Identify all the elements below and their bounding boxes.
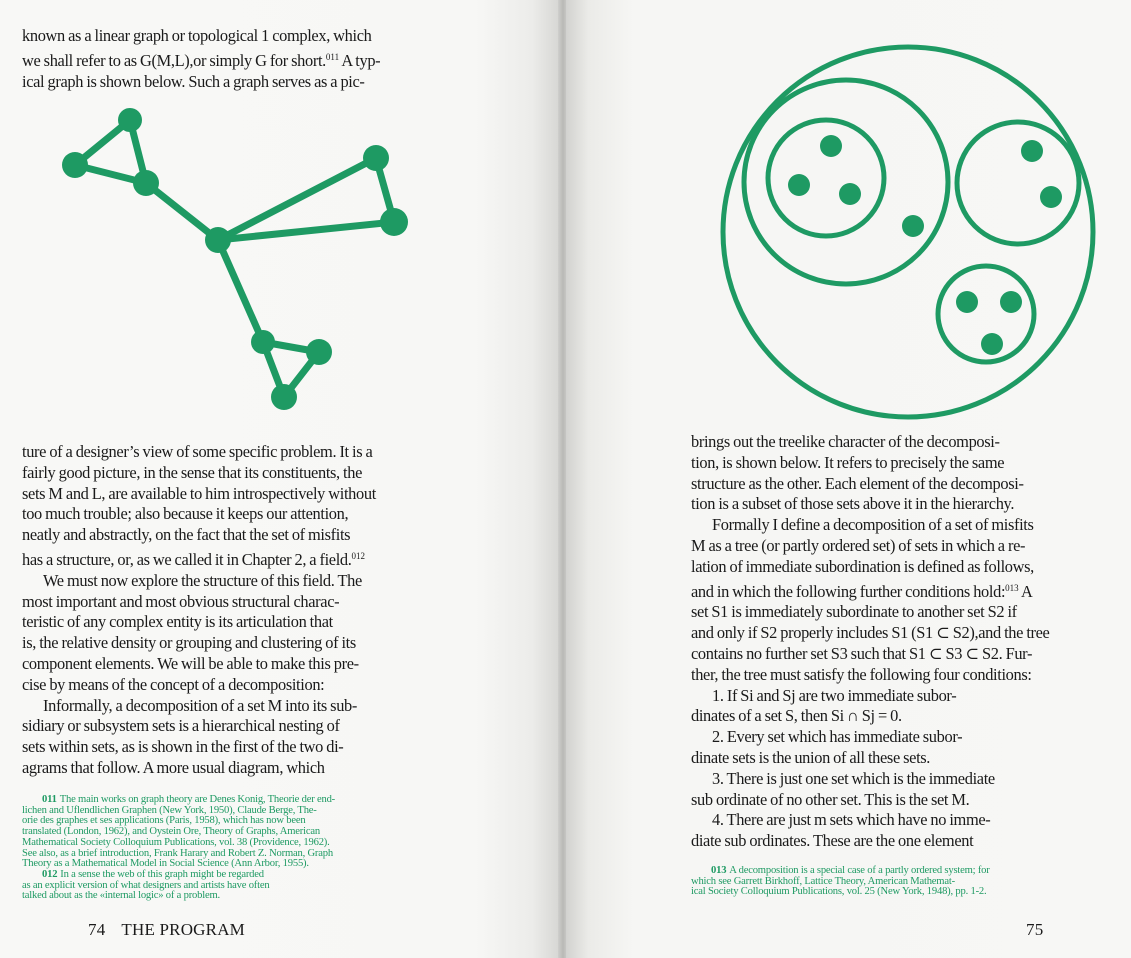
text-line: lation of immediate subordination is def… (691, 556, 1034, 576)
graph-node (133, 170, 159, 196)
graph-edge (142, 179, 222, 244)
text-line: too much trouble; also because it keeps … (22, 504, 349, 524)
set-element (839, 183, 861, 205)
footnote-ref-013: 013 (1005, 582, 1019, 593)
text-line: structure as the other. Each element of … (691, 473, 1024, 493)
text-line: M as a tree (or partly ordered set) of s… (691, 535, 1026, 555)
left-footnotes: 011 The main works on graph theory are De… (22, 794, 422, 902)
graph-node (118, 108, 142, 132)
graph-node (363, 145, 389, 171)
set-element (956, 291, 978, 313)
text-line: set S1 is immediately subordinate to ano… (691, 602, 1017, 622)
text-span: A (1018, 581, 1033, 601)
text-span: A decomposition is a special case of a p… (729, 865, 990, 876)
set-element (1021, 140, 1043, 162)
text-span: The main works on graph theory are Denes… (59, 794, 336, 805)
text-line: sets M and L, are available to him intro… (22, 483, 376, 503)
text-line: ture of a designer’s view of some specif… (22, 442, 373, 461)
condition-line: dinates of a set S, then Si ∩ Sj = 0. (691, 706, 902, 726)
text-line: tion, is shown below. It refers to preci… (691, 452, 1005, 472)
condition-line: 2. Every set which has immediate subor- (712, 727, 963, 747)
set-circle (741, 77, 951, 287)
text-line: agrams that follow. A more usual diagram… (22, 757, 325, 777)
graph-node (306, 339, 332, 365)
left-body-text: ture of a designer’s view of some specif… (22, 442, 432, 779)
text-line: has a structure, or, as we called it in … (22, 546, 432, 571)
right-footnotes: 013 A decomposition is a special case of … (691, 865, 1111, 898)
text-line: is, the relative density or grouping and… (22, 633, 356, 653)
text-line: Formally I define a decomposition of a s… (712, 515, 1034, 535)
text-line: fairly good picture, in the sense that i… (22, 462, 363, 482)
text-line: neatly and abstractly, on the fact that … (22, 525, 351, 545)
right-body-text: brings out the treelike character of the… (691, 432, 1121, 852)
text-span: has a structure, or, as we called it in … (22, 549, 352, 569)
text-span: In a sense the web of this graph might b… (60, 868, 264, 880)
graph-edge (214, 236, 267, 346)
set-element (788, 174, 810, 196)
text-line: and only if S2 properly includes S1 (S1 … (691, 623, 1050, 643)
condition-line: 1. If Si and Sj are two immediate subor- (712, 685, 957, 705)
text-line: most important and most obvious structur… (22, 591, 340, 611)
linear-graph-figure (62, 108, 408, 410)
graph-node (251, 330, 275, 354)
set-element (902, 215, 924, 237)
set-circle (954, 119, 1082, 247)
text-line: ther, the tree must satisfy the followin… (691, 664, 1032, 684)
text-line: and in which the following further condi… (691, 578, 1121, 603)
left-folio: 74 THE PROGRAM (88, 920, 245, 940)
running-head: THE PROGRAM (121, 920, 245, 939)
condition-line: diate sub ordinates. These are the one e… (691, 831, 974, 851)
graph-node (62, 152, 88, 178)
page-number: 74 (88, 920, 106, 939)
text-line: Informally, a decomposition of a set M i… (43, 695, 358, 715)
text-line: contains no further set S3 such that S1 … (691, 643, 1033, 663)
page-number: 75 (1026, 920, 1044, 939)
footnote-number: 013 (711, 865, 727, 876)
text-line: teristic of any complex entity is its ar… (22, 612, 333, 632)
text-line: sidiary or subsystem sets is a hierarchi… (22, 716, 340, 736)
text-line: We must now explore the structure of thi… (43, 570, 362, 590)
set-element (1040, 186, 1062, 208)
right-page: brings out the treelike character of the… (566, 0, 1131, 958)
footnote-line: ical Society Colloquium Publications, vo… (691, 886, 987, 898)
condition-line: 3. There is just one set which is the im… (712, 768, 995, 788)
footnote-number: 012 (42, 868, 58, 880)
graph-node (380, 208, 408, 236)
text-span: and in which the following further condi… (691, 581, 1006, 601)
text-line: tion is a subset of those sets above it … (691, 494, 1015, 514)
set-element (820, 135, 842, 157)
condition-line: 4. There are just m sets which have no i… (712, 810, 991, 830)
graph-node (205, 227, 231, 253)
text-line: component elements. We will be able to m… (22, 653, 359, 673)
footnote-ref-012: 012 (351, 550, 366, 561)
set-element (1000, 291, 1022, 313)
footnote-line: Mathematical Society Colloquium Publicat… (22, 836, 330, 848)
text-line: brings out the treelike character of the… (691, 432, 1000, 451)
footnote-number: 011 (42, 794, 57, 805)
set-element (981, 333, 1003, 355)
right-folio: 75 (1026, 920, 1043, 940)
text-line: sets within sets, as is shown in the fir… (22, 737, 344, 757)
set-decomposition-figure (720, 44, 1096, 420)
footnote-line: talked about as the «internal logic» of … (22, 890, 220, 902)
condition-line: dinate sets is the union of all these se… (691, 747, 931, 767)
condition-line: sub ordinate of no other set. This is th… (691, 789, 970, 809)
left-page: known as a linear graph or topological 1… (0, 0, 560, 958)
text-line: cise by means of the concept of a decomp… (22, 674, 325, 694)
graph-node (271, 384, 297, 410)
